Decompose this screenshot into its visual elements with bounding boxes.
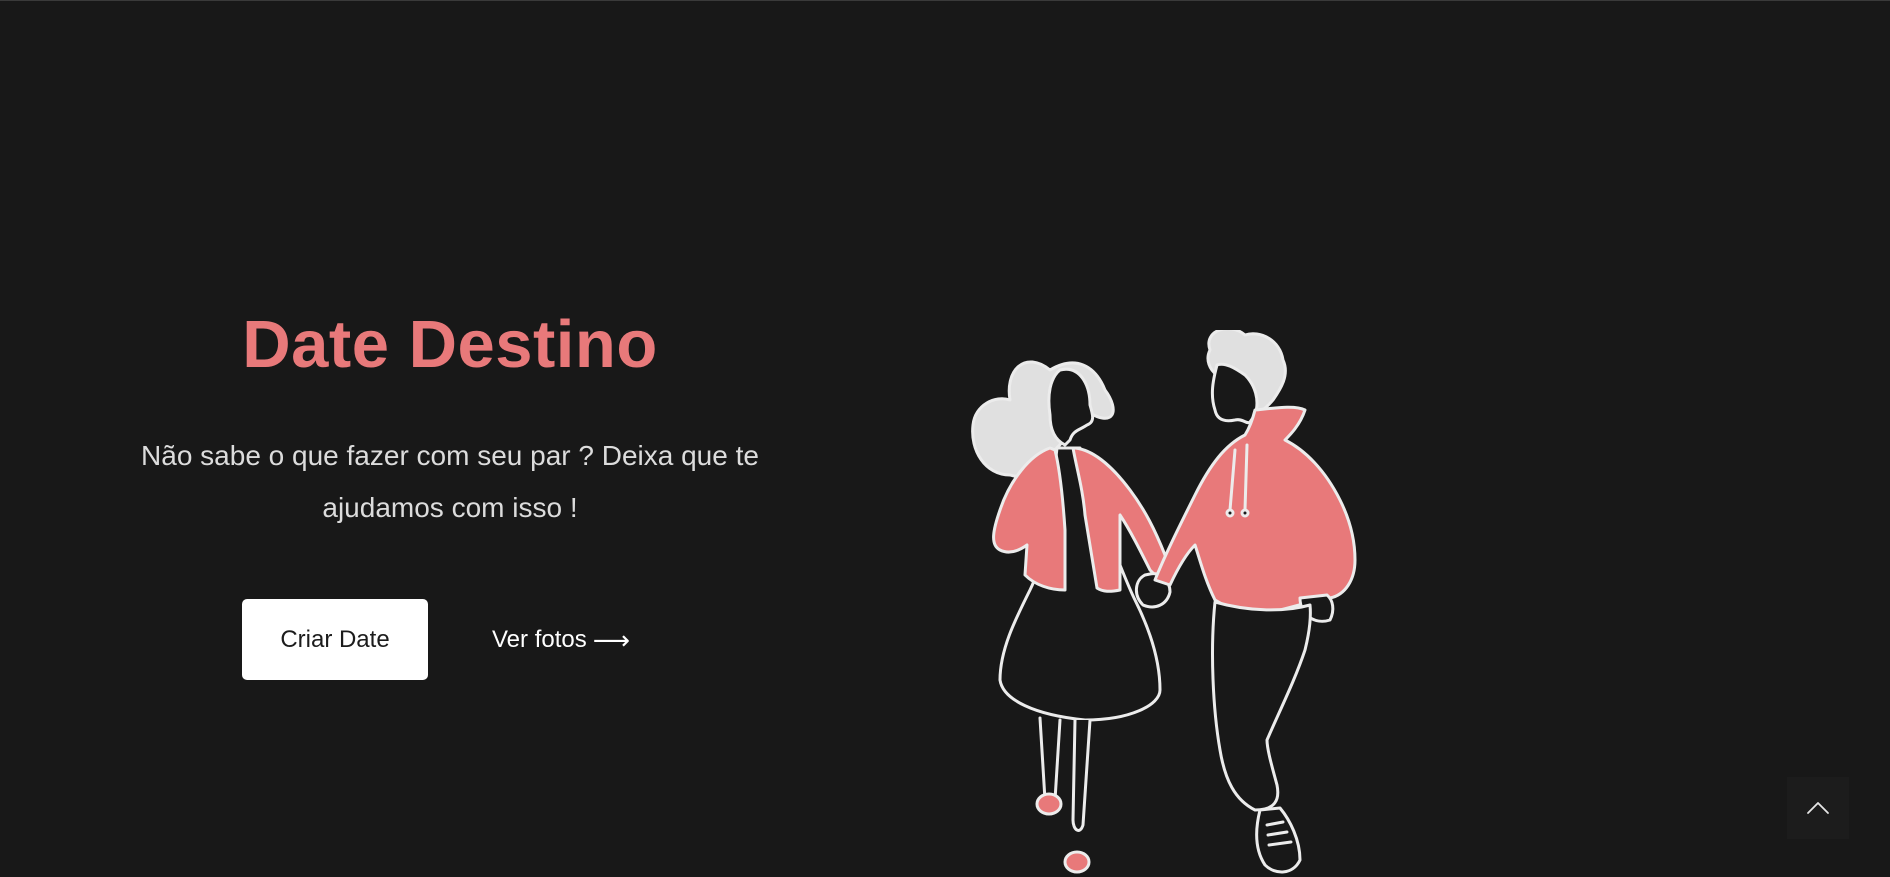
hoodie-string-tip-right <box>1240 508 1250 518</box>
hero-subtitle-line-2: ajudamos com isso ! <box>322 492 578 523</box>
woman-shoe-right <box>1063 850 1091 874</box>
woman-leg-right <box>1071 718 1092 832</box>
back-to-top-button[interactable] <box>1787 777 1849 839</box>
hoodie-string-tip-left <box>1225 508 1235 518</box>
couple-walking-illustration <box>971 330 1357 874</box>
cta-row: Criar Date Ver fotos ⟶ <box>242 599 630 680</box>
hero-section: Date Destino Não sabe o que fazer com se… <box>0 0 1890 877</box>
man-shoe <box>1255 806 1302 874</box>
man-hoodie <box>1153 405 1357 614</box>
hero-title: Date Destino <box>242 307 658 382</box>
chevron-up-icon <box>1807 802 1829 814</box>
arrow-right-icon: ⟶ <box>592 624 631 655</box>
hero-text-block: Date Destino Não sabe o que fazer com se… <box>100 300 800 534</box>
hero-subtitle-line-1: Não sabe o que fazer com seu par ? Deixa… <box>141 440 759 471</box>
view-photos-link[interactable]: Ver fotos ⟶ <box>492 626 630 654</box>
hoodie-string-right <box>1243 443 1249 512</box>
woman-shoe-left <box>1035 792 1063 816</box>
create-date-button[interactable]: Criar Date <box>242 599 428 680</box>
hero-subtitle: Não sabe o que fazer com seu par ? Deixa… <box>100 430 800 534</box>
view-photos-label: Ver fotos <box>492 625 587 653</box>
man-pants <box>1211 600 1312 812</box>
